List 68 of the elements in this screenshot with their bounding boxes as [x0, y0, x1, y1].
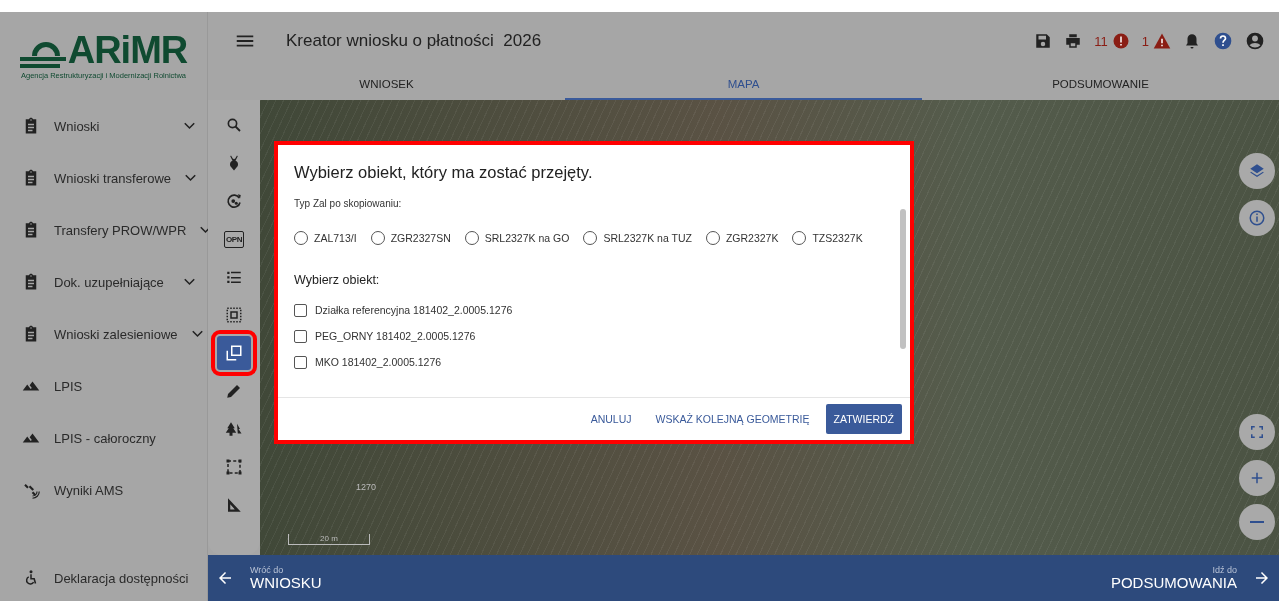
confirm-button[interactable]: ZATWIERDŹ — [825, 404, 902, 434]
help-icon — [1213, 31, 1233, 51]
radio-option[interactable]: SRL2327K na GO — [464, 231, 570, 245]
sidebar-item[interactable]: Wyniki AMS — [0, 464, 207, 516]
checkbox-option[interactable]: PEG_ORNY 181402_2.0005.1276 — [294, 323, 890, 349]
pencil-icon — [225, 382, 243, 400]
sidebar-item[interactable]: Deklaracja dostępności — [0, 555, 207, 601]
radio-option[interactable]: ZGR2327SN — [370, 231, 451, 245]
dialog-button[interactable]: WSKAŻ KOLEJNĄ GEOMETRIĘ — [647, 404, 818, 434]
map-control-button[interactable] — [1239, 153, 1275, 189]
fullscreen-icon — [1248, 423, 1266, 441]
error-count: 11 — [1094, 33, 1108, 49]
save-icon — [1034, 32, 1053, 50]
checkbox[interactable] — [294, 303, 307, 317]
trees-icon — [225, 420, 243, 438]
forward-arrow-icon — [1253, 569, 1271, 587]
satellite-icon — [22, 481, 40, 499]
minus-icon — [1250, 521, 1264, 523]
scale-bar: 20 m — [288, 534, 370, 545]
next-link[interactable]: Idź do PODSUMOWANIA — [1110, 565, 1237, 591]
tab[interactable]: WNIOSEK — [208, 70, 565, 100]
tab[interactable]: PODSUMOWANIE — [922, 70, 1279, 100]
sidebar-item[interactable]: LPIS — [0, 360, 207, 412]
sidebar-item[interactable]: Wnioski transferowe — [0, 152, 207, 204]
chevron-icon — [184, 122, 195, 130]
map-control-button[interactable] — [1239, 460, 1275, 496]
sidebar-item[interactable]: Transfery PROW/WPR — [0, 204, 207, 256]
selection-icon — [225, 306, 243, 324]
chevron-icon — [191, 330, 203, 338]
checkbox-option[interactable]: MKO 181402_2.0005.1276 — [294, 349, 890, 375]
warning-count: 1 — [1141, 33, 1149, 49]
radio-option[interactable]: ZAL713/I — [294, 231, 357, 245]
error-icon — [1111, 32, 1130, 50]
search-icon — [225, 116, 243, 134]
bell-icon — [1183, 32, 1201, 50]
dialog-title: Wybierz obiekt, który ma zostać przejęty. — [294, 163, 594, 182]
plant-cycle-icon — [225, 192, 243, 210]
sidebar-item[interactable]: Wnioski — [0, 100, 207, 152]
scrollbar[interactable] — [900, 209, 906, 349]
sidebar-item[interactable]: Dok. uzupełniające — [0, 256, 207, 308]
map-control-button[interactable] — [1239, 504, 1275, 540]
account-icon — [1245, 31, 1265, 51]
print-icon — [1064, 32, 1083, 50]
field-label: Typ Zal po skopiowaniu: — [294, 198, 403, 209]
sidebar-item[interactable]: LPIS - całoroczny — [0, 412, 207, 464]
page-title: Kreator wniosku o płatności 2026 — [286, 31, 543, 51]
checkbox-option[interactable]: Działka referencyjna 181402_2.0005.1276 — [294, 297, 890, 323]
radio-option[interactable]: SRL2327K na TUZ — [583, 231, 692, 245]
checkbox[interactable] — [294, 329, 307, 343]
checkbox[interactable] — [294, 355, 307, 369]
section-label: Wybierz obiekt: — [294, 273, 381, 287]
copy-icon — [225, 344, 243, 362]
warning-icon — [1153, 32, 1171, 50]
chevron-icon — [184, 278, 195, 286]
parcel-number: 1270 — [356, 482, 377, 492]
tool-button[interactable]: OPN — [217, 222, 251, 256]
dashed-rectangle-icon — [225, 458, 243, 476]
radio-option[interactable]: TZS2327K — [792, 231, 863, 245]
dialog-button[interactable]: ANULUJ — [582, 404, 640, 434]
sidebar-item[interactable]: Wnioski zalesieniowe — [0, 308, 207, 360]
map-control-button[interactable] — [1239, 414, 1275, 450]
info-icon — [1248, 209, 1266, 227]
back-link[interactable]: Wróć do WNIOSKU — [250, 565, 322, 591]
logo-text: ARiMR — [67, 32, 188, 68]
map-control-button[interactable] — [1239, 200, 1275, 236]
radio-option[interactable]: ZGR2327K — [705, 231, 779, 245]
chevron-icon — [185, 174, 197, 182]
layers-icon — [1248, 162, 1266, 180]
